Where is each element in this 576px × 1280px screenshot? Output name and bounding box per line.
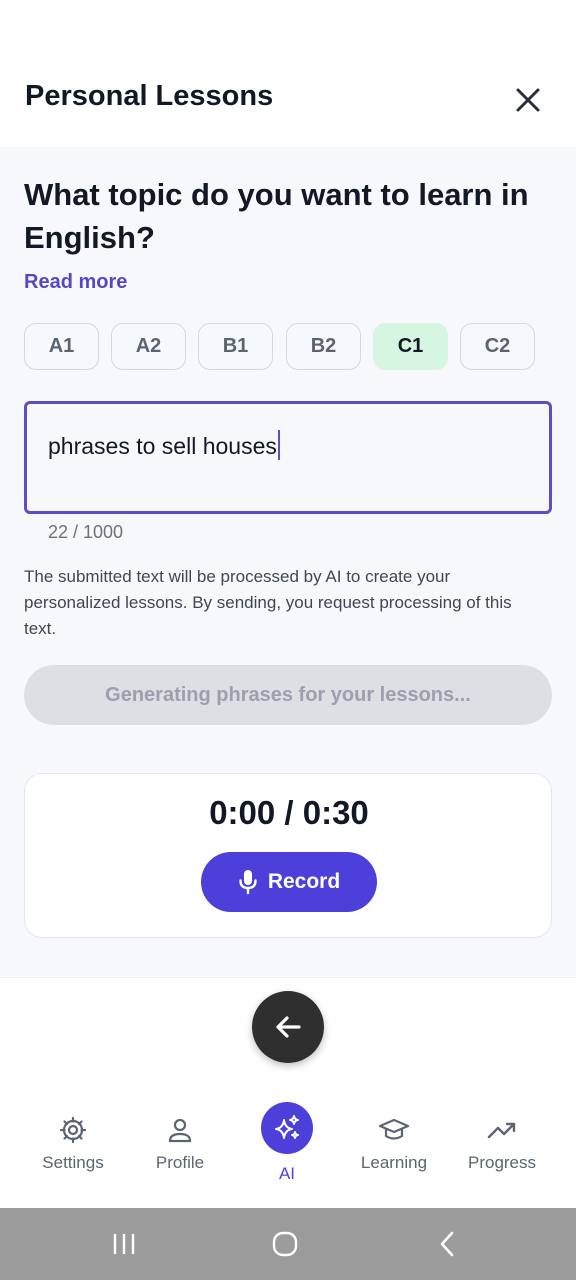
main-content: What topic do you want to learn in Engli…	[0, 147, 576, 977]
nav-learning[interactable]: Learning	[339, 1113, 449, 1173]
microphone-icon	[239, 870, 257, 895]
level-a2-button[interactable]: A2	[111, 323, 186, 370]
system-navigation-bar	[0, 1208, 576, 1280]
generating-button: Generating phrases for your lessons...	[24, 665, 552, 725]
home-icon	[272, 1231, 298, 1257]
character-counter: 22 / 1000	[48, 522, 124, 542]
graduation-cap-icon	[378, 1118, 410, 1140]
nav-profile[interactable]: Profile	[125, 1113, 235, 1173]
bottom-navigation: Settings Profile AI Learning Progress	[0, 977, 576, 1208]
nav-profile-label: Profile	[155, 1153, 205, 1172]
level-c1-button[interactable]: C1	[373, 323, 448, 370]
chevron-left-icon	[440, 1231, 454, 1257]
home-button[interactable]	[265, 1226, 305, 1262]
record-label: Record	[267, 870, 341, 893]
close-icon	[516, 88, 540, 112]
header: Personal Lessons	[0, 0, 576, 147]
system-back-button[interactable]	[427, 1226, 467, 1262]
record-timer: 0:00 / 0:30	[209, 794, 369, 831]
level-c2-button[interactable]: C2	[460, 323, 535, 370]
trend-up-icon	[487, 1122, 516, 1139]
topic-input-value: phrases to sell houses	[48, 433, 277, 459]
level-selector: A1 A2 B1 B2 C1 C2	[24, 323, 536, 370]
topic-question: What topic do you want to learn in Engli…	[24, 177, 529, 255]
recent-apps-icon	[113, 1234, 135, 1254]
person-icon	[168, 1118, 192, 1143]
nav-learning-label: Learning	[360, 1153, 428, 1172]
read-more-link[interactable]: Read more	[24, 271, 127, 294]
text-cursor	[277, 430, 281, 460]
nav-ai-label: AI	[278, 1164, 296, 1183]
gear-icon	[59, 1116, 87, 1144]
recent-apps-button[interactable]	[104, 1226, 144, 1262]
nav-settings-label: Settings	[42, 1153, 104, 1172]
sparkles-icon	[275, 1115, 299, 1139]
record-button[interactable]: Record	[201, 852, 377, 912]
ai-disclaimer: The submitted text will be processed by …	[24, 567, 512, 638]
topic-input[interactable]: phrases to sell houses	[24, 401, 552, 514]
recorder-card: 0:00 / 0:30 Record	[24, 773, 552, 938]
nav-progress-label: Progress	[467, 1153, 537, 1172]
level-a1-button[interactable]: A1	[24, 323, 99, 370]
level-b2-button[interactable]: B2	[286, 323, 361, 370]
nav-ai[interactable]: AI	[232, 1102, 342, 1184]
back-button[interactable]	[252, 991, 324, 1063]
level-b1-button[interactable]: B1	[198, 323, 273, 370]
close-button[interactable]	[508, 80, 548, 120]
page-title: Personal Lessons	[25, 80, 274, 112]
nav-progress[interactable]: Progress	[447, 1113, 557, 1173]
arrow-left-icon	[276, 1016, 301, 1038]
nav-settings[interactable]: Settings	[18, 1113, 128, 1173]
